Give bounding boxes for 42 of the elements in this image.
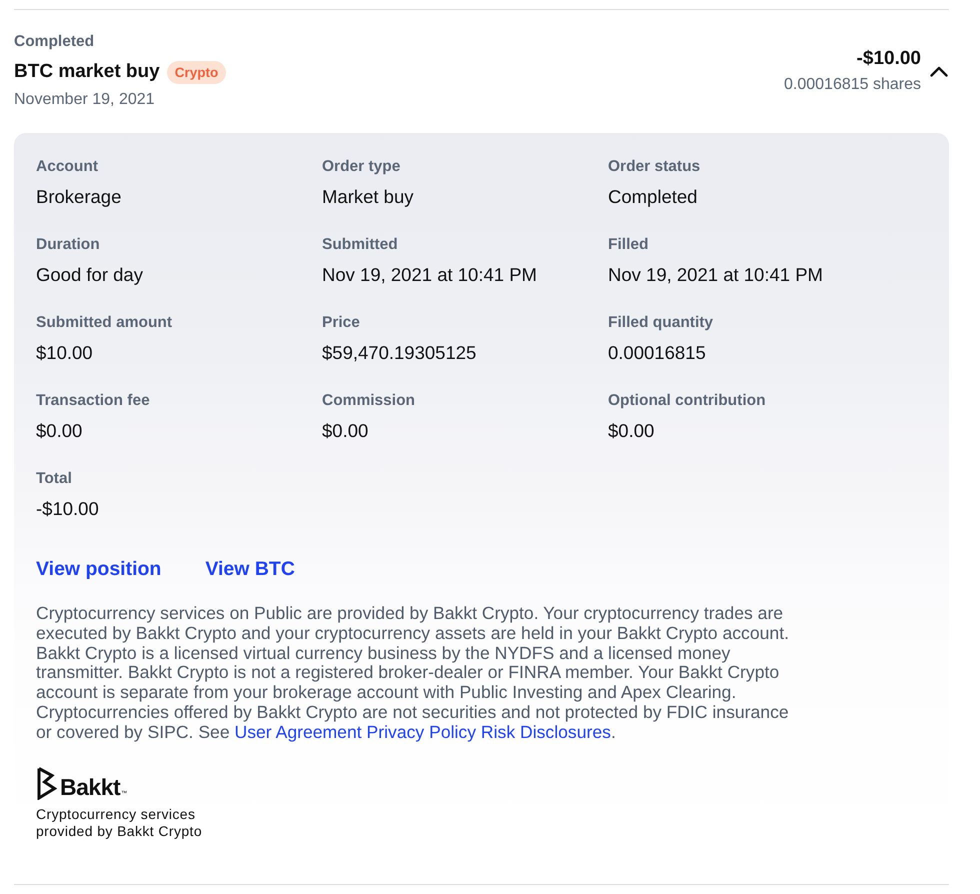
provider-caption: Cryptocurrency services provided by Bakkt Crypto [36,806,204,840]
detail-value: Nov 19, 2021 at 10:41 PM [322,263,538,287]
detail-label: Submitted amount [36,313,174,333]
detail-label: Submitted [322,235,399,255]
detail-value: $0.00 [36,419,84,443]
detail-value: Market buy [322,185,415,209]
detail-value: $0.00 [608,419,656,443]
view-link[interactable]: View BTC [205,557,295,581]
logo-mark-icon [36,766,57,800]
detail-value: $0.00 [322,419,370,443]
order-amount: -$10.00 [856,47,921,71]
detail-label: Transaction fee [36,391,151,411]
view-link[interactable]: View position [36,557,162,581]
detail-label: Duration [36,235,101,255]
share-quantity: 0.00016815 shares [784,75,921,95]
detail-value: $10.00 [36,341,94,365]
policy-link[interactable]: User Agreement [234,722,362,742]
order-title: BTC market buy [14,60,160,84]
detail-label: Order type [322,157,402,177]
asset-type-tag: Crypto [166,60,226,84]
detail-label: Total [36,469,73,489]
detail-label: Filled quantity [608,313,714,333]
policy-link[interactable]: Risk Disclosures [480,722,611,742]
detail-label: Price [322,313,361,333]
policy-link[interactable]: Privacy Policy [366,722,476,742]
detail-label: Account [36,157,99,177]
detail-value: Completed [608,185,698,209]
detail-label: Order status [608,157,702,177]
detail-value: -$10.00 [36,497,100,521]
chevron-icon[interactable] [930,66,948,77]
logo-wordmark: Bakkt [60,774,120,800]
detail-label: Commission [322,391,416,411]
disclaimer-text: Cryptocurrency services on Public are provided by Bakkt Crypto. Your cryptocurrency trades are executed by Bakkt Crypto and your cryptocurrency assets are held in your Bakkt Crypto account. Bakkt Crypto is a licensed virtual currency business by the NYDFS and a licensed money transmitter. Bakkt Crypto is not a registered broker-dealer or FINRA member. Your Bakkt Crypto account is separate from your brokerage account with Public Investing and Apex Clearing. Cryptocurrencies offered by Bakkt Crypto are not securities and not protected by FDIC insurance or covered by SIPC. See User Agreement Privacy Policy Risk Disclosures. [36,604,790,743]
order-date: November 19, 2021 [14,90,155,110]
detail-value: Good for day [36,263,144,287]
detail-value: 0.00016815 [608,341,707,365]
detail-value: Brokerage [36,185,122,209]
order-status: Completed [14,32,94,52]
detail-value: $59,470.19305125 [322,341,478,365]
detail-label: Filled [608,235,650,255]
detail-label: Optional contribution [608,391,767,411]
detail-value: Nov 19, 2021 at 10:41 PM [608,263,824,287]
